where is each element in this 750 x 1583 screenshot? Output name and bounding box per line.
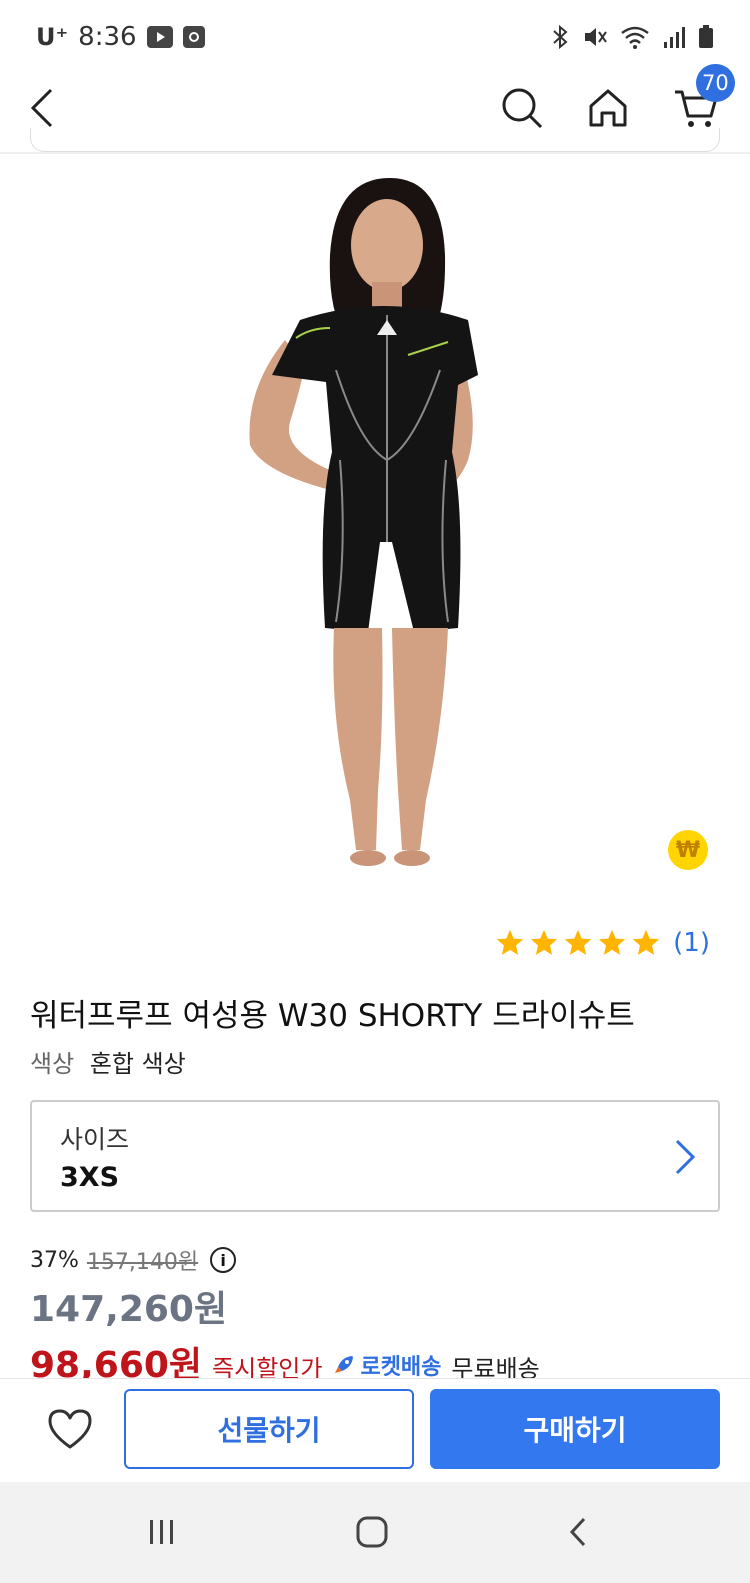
- rocket-delivery-label: 로켓배송: [360, 1355, 442, 1380]
- recent-apps-button[interactable]: [132, 1510, 192, 1554]
- won-icon[interactable]: ₩: [668, 830, 708, 870]
- thumbnail-strip: [30, 128, 720, 152]
- header-divider: [0, 152, 750, 154]
- back-arrow-icon: [569, 1517, 586, 1547]
- color-label: 색상: [30, 1050, 75, 1078]
- star-icon: [497, 929, 524, 955]
- color-row: 색상 혼합 색상: [30, 1044, 186, 1079]
- home-system-button[interactable]: [342, 1510, 402, 1554]
- cart-count-badge: 70: [696, 64, 735, 102]
- discount-row: 37% 157,140원 i: [30, 1244, 237, 1276]
- youtube-icon: [146, 26, 173, 48]
- color-value: 혼합 색상: [89, 1050, 186, 1078]
- buy-button[interactable]: 구매하기: [430, 1389, 720, 1469]
- system-navigation-bar: [0, 1482, 750, 1583]
- battery-icon: [699, 25, 713, 48]
- search-icon: [502, 88, 543, 129]
- original-price: 157,140원: [86, 1250, 199, 1275]
- status-left: U⁺ 8:36: [36, 22, 205, 52]
- star-icon: [565, 929, 592, 955]
- clock: 8:36: [78, 22, 137, 52]
- rating-row[interactable]: (1): [495, 928, 710, 958]
- home-icon: [589, 89, 627, 127]
- carrier-label: U⁺: [36, 23, 69, 51]
- discount-rate: 37%: [30, 1247, 79, 1273]
- star-icon: [531, 929, 558, 955]
- gift-button[interactable]: 선물하기: [124, 1389, 414, 1469]
- chevron-left-icon: [30, 88, 53, 128]
- star-icon: [599, 929, 626, 955]
- mute-icon: [585, 28, 607, 46]
- info-icon[interactable]: i: [210, 1247, 237, 1273]
- product-title: 워터프루프 여성용 W30 SHORTY 드라이슈트: [30, 998, 635, 1034]
- product-image[interactable]: [0, 160, 750, 900]
- chevron-right-icon: [675, 1139, 696, 1175]
- size-label: 사이즈: [60, 1125, 130, 1154]
- sale-price: 147,260원: [30, 1289, 228, 1330]
- square-home-icon: [356, 1516, 388, 1548]
- signal-icon: [664, 27, 685, 48]
- star-icon: [633, 929, 660, 955]
- recent-apps-icon: [150, 1520, 173, 1544]
- heart-icon: [48, 1409, 92, 1449]
- model-wetsuit-image: [249, 178, 478, 866]
- size-selector[interactable]: 사이즈 3XS: [30, 1100, 720, 1212]
- size-value: 3XS: [60, 1162, 120, 1193]
- bluetooth-icon: [553, 24, 568, 50]
- wifi-icon: [621, 26, 649, 49]
- status-bar: U⁺ 8:36: [0, 0, 750, 72]
- bottom-action-bar: 선물하기 구매하기: [0, 1378, 750, 1482]
- wishlist-button[interactable]: [40, 1399, 100, 1459]
- calendar-icon: [182, 26, 205, 48]
- rocket-icon: [335, 1356, 354, 1373]
- review-count-link[interactable]: (1): [673, 928, 710, 958]
- system-back-button[interactable]: [548, 1510, 608, 1554]
- status-right: [550, 24, 714, 50]
- rocket-delivery-badge: 로켓배송: [332, 1349, 441, 1381]
